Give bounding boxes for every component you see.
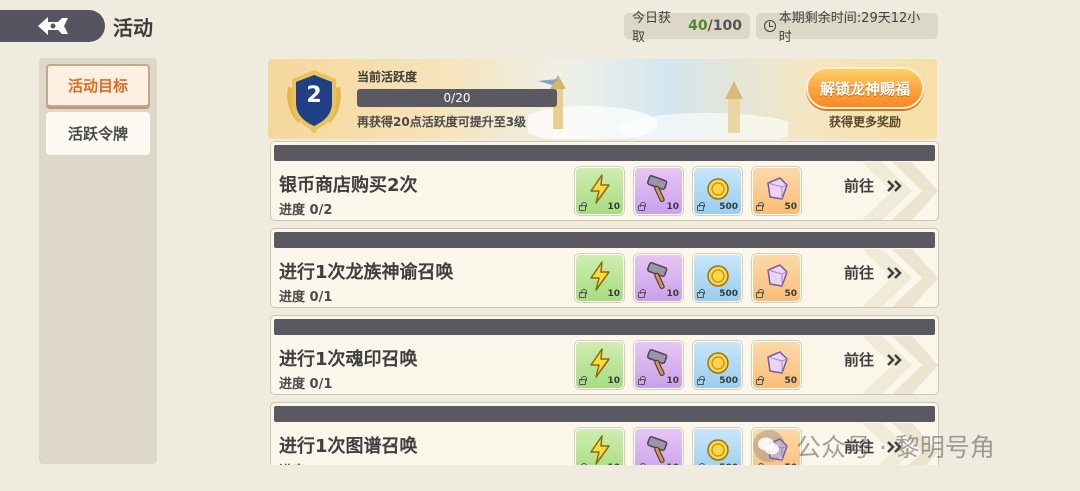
- wechat-icon: [753, 430, 785, 462]
- reward-quantity: 500: [719, 463, 738, 465]
- back-button[interactable]: [0, 10, 105, 42]
- reward-item[interactable]: 500: [693, 167, 742, 215]
- task-progress: 进度 0/1: [279, 460, 332, 465]
- reward-item[interactable]: 10: [634, 254, 683, 302]
- go-button[interactable]: 前往: [844, 175, 904, 196]
- level-up-hint: 再获得20点活跃度可提升至3级: [357, 115, 527, 129]
- daily-gain-count: 40/100: [688, 18, 742, 34]
- go-label: 前往: [844, 351, 875, 369]
- daily-gain-current: 40: [688, 18, 708, 34]
- task-list[interactable]: 银币商店购买2次 进度 0/2 10 10 500 50 前往 进行1次龙族神谕召唤 进度 0/…: [270, 141, 939, 465]
- reward-item[interactable]: 500: [693, 254, 742, 302]
- watermark: 公众号 · 黎明号角: [752, 426, 995, 466]
- reward-item[interactable]: 10: [575, 254, 624, 302]
- task-card: 进行1次魂印召唤进度 0/1 10 10 500 50 前往: [270, 315, 939, 395]
- reward-quantity: 10: [666, 376, 679, 386]
- lock-icon: [638, 289, 646, 298]
- reward-item[interactable]: 10: [634, 167, 683, 215]
- reward-item[interactable]: 50: [752, 167, 801, 215]
- reward-item[interactable]: 10: [634, 341, 683, 389]
- lock-icon: [697, 202, 705, 211]
- lock-icon: [697, 376, 705, 385]
- task-header-strip: [274, 406, 935, 422]
- reward-quantity: 500: [719, 202, 738, 212]
- lock-icon: [756, 289, 764, 298]
- activity-label: 当前活跃度: [357, 70, 418, 84]
- reward-quantity: 50: [784, 376, 797, 386]
- activity-banner: 2 当前活跃度 0/20 再获得20点活跃度可提升至3级 解锁龙神赐福 获得更多…: [268, 59, 937, 139]
- task-card: 银币商店购买2次进度 0/2 10 10 500 50 前往: [270, 141, 939, 221]
- remaining-time-display: 本期剩余时间:29天12小时: [756, 11, 938, 45]
- remaining-time-label: 本期剩余时间:29天12小时: [778, 11, 921, 45]
- go-label: 前往: [844, 264, 875, 282]
- go-label: 前往: [844, 177, 875, 195]
- reward-quantity: 10: [666, 463, 679, 465]
- page-title: 活动: [113, 16, 153, 40]
- reward-quantity: 10: [607, 376, 620, 386]
- daily-gain-max: /100: [707, 18, 742, 34]
- task-header-strip: [274, 232, 935, 248]
- double-chevron-right-icon: [887, 353, 902, 366]
- lock-icon: [638, 202, 646, 211]
- lock-icon: [756, 202, 764, 211]
- double-chevron-right-icon: [887, 266, 902, 279]
- reward-item[interactable]: 500: [693, 341, 742, 389]
- lock-icon: [579, 289, 587, 298]
- lock-icon: [756, 376, 764, 385]
- reward-quantity: 10: [607, 289, 620, 299]
- reward-quantity: 10: [666, 202, 679, 212]
- lock-icon: [638, 376, 646, 385]
- activity-progress-text: 0/20: [443, 91, 471, 105]
- reward-item[interactable]: 50: [752, 341, 801, 389]
- activity-progress-bar: 0/20: [357, 89, 557, 107]
- back-arrow-icon: [37, 17, 68, 35]
- watermark-text: 公众号 · 黎明号角: [796, 433, 995, 462]
- reward-item[interactable]: 10: [575, 341, 624, 389]
- task-progress: 进度 0/1: [279, 377, 333, 392]
- task-header-strip: [274, 145, 935, 161]
- lock-icon: [579, 376, 587, 385]
- go-button[interactable]: 前往: [844, 262, 904, 283]
- task-progress: 进度 0/2: [279, 203, 333, 218]
- unlock-blessing-button[interactable]: 解锁龙神赐福: [806, 67, 924, 109]
- task-name: 进行1次魂印召唤: [279, 349, 418, 370]
- task-name: 进行1次龙族神谕召唤: [279, 262, 454, 283]
- task-progress: 进度 0/1: [279, 290, 333, 305]
- reward-quantity: 50: [784, 202, 797, 212]
- task-header-strip: [274, 319, 935, 335]
- castle-background-icon: [528, 75, 788, 139]
- daily-gain-display: 今日获取 40/100: [624, 11, 750, 45]
- unlock-subtitle: 获得更多奖励: [828, 115, 901, 129]
- activity-level: 2: [306, 83, 322, 108]
- reward-quantity: 500: [719, 289, 738, 299]
- task-name: 进行1次图谱召唤: [279, 436, 418, 457]
- reward-quantity: 10: [666, 289, 679, 299]
- task-card: 进行1次龙族神谕召唤进度 0/1 10 10 500 50 前往: [270, 228, 939, 308]
- double-chevron-right-icon: [887, 179, 902, 192]
- reward-item[interactable]: 50: [752, 254, 801, 302]
- lock-icon: [697, 289, 705, 298]
- reward-quantity: 10: [607, 202, 620, 212]
- reward-item[interactable]: 10: [575, 167, 624, 215]
- reward-item[interactable]: 10: [634, 428, 683, 465]
- reward-quantity: 10: [607, 463, 620, 465]
- reward-quantity: 50: [784, 289, 797, 299]
- reward-item[interactable]: 10: [575, 428, 624, 465]
- reward-quantity: 500: [719, 376, 738, 386]
- task-name: 银币商店购买2次: [279, 175, 418, 196]
- clock-icon: [764, 20, 776, 32]
- go-button[interactable]: 前往: [844, 349, 904, 370]
- tab-activity-goals[interactable]: 活动目标: [46, 64, 150, 107]
- sidebar: 活动目标 活跃令牌: [39, 58, 157, 464]
- reward-item[interactable]: 500: [693, 428, 742, 465]
- lock-icon: [579, 202, 587, 211]
- daily-gain-label: 今日获取: [632, 11, 672, 45]
- tab-activity-tokens[interactable]: 活跃令牌: [46, 112, 150, 155]
